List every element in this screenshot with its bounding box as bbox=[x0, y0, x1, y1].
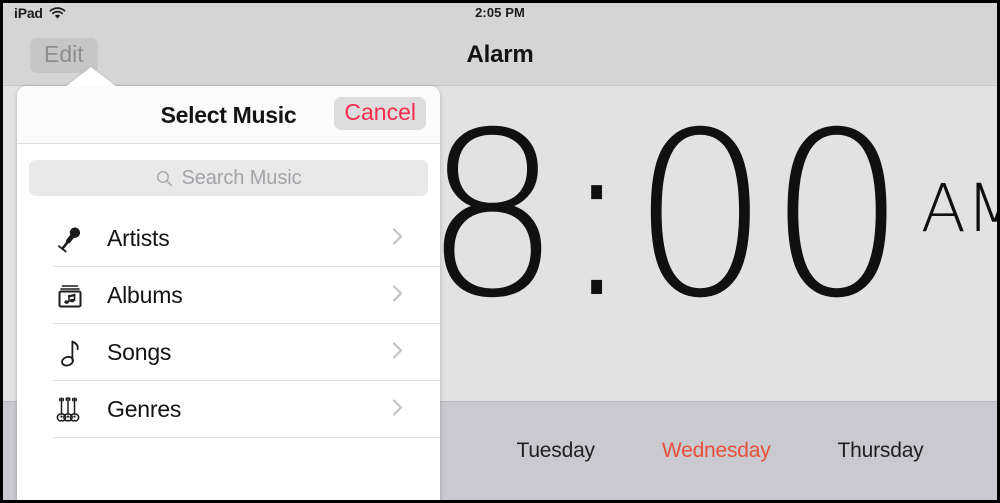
day-item-tuesday[interactable]: Tuesday bbox=[516, 439, 595, 463]
music-note-icon bbox=[53, 338, 87, 368]
music-category-list: Artists Albums Songs Genres bbox=[17, 210, 440, 483]
alarm-meridiem: AM bbox=[920, 170, 997, 247]
ipad-screen: iPad 2:05 PM Edit Alarm 8:00 AM Tuesday … bbox=[0, 0, 1000, 503]
day-item-wednesday[interactable]: Wednesday bbox=[662, 439, 771, 463]
chevron-right-icon bbox=[392, 340, 404, 365]
popover-header: Select Music Cancel bbox=[17, 86, 440, 144]
list-item-genres[interactable]: Genres bbox=[17, 381, 440, 438]
select-music-popover: Select Music Cancel Search Music Artists… bbox=[17, 86, 440, 500]
list-item-label: Albums bbox=[107, 282, 183, 308]
chevron-right-icon bbox=[392, 283, 404, 308]
day-item-thursday[interactable]: Thursday bbox=[838, 439, 924, 463]
list-item-label: Artists bbox=[107, 225, 170, 251]
search-icon bbox=[156, 170, 173, 187]
chevron-right-icon bbox=[392, 397, 404, 422]
list-item-label: Genres bbox=[107, 396, 182, 422]
popover-arrow bbox=[65, 67, 117, 87]
list-item-albums[interactable]: Albums bbox=[17, 267, 440, 324]
search-container: Search Music bbox=[17, 144, 440, 210]
chevron-right-icon bbox=[392, 226, 404, 251]
cancel-button[interactable]: Cancel bbox=[334, 97, 426, 130]
list-item-partial[interactable] bbox=[17, 438, 440, 483]
alarm-clock-display[interactable]: 8:00 AM bbox=[423, 88, 997, 408]
list-item-songs[interactable]: Songs bbox=[17, 324, 440, 381]
search-input[interactable]: Search Music bbox=[29, 160, 428, 196]
page-title: Alarm bbox=[466, 41, 534, 68]
search-placeholder: Search Music bbox=[181, 166, 302, 189]
status-bar: iPad 2:05 PM bbox=[3, 3, 997, 25]
list-item-label: Songs bbox=[107, 339, 172, 365]
microphone-icon bbox=[53, 224, 87, 254]
guitars-icon bbox=[53, 395, 87, 425]
navigation-bar: Edit Alarm bbox=[3, 25, 997, 86]
list-item-artists[interactable]: Artists bbox=[17, 210, 440, 267]
day-picker-row: Tuesday Wednesday Thursday bbox=[443, 402, 997, 500]
alarm-time: 8:00 bbox=[423, 84, 907, 349]
status-bar-clock: 2:05 PM bbox=[475, 5, 525, 20]
album-stack-icon bbox=[53, 282, 87, 310]
